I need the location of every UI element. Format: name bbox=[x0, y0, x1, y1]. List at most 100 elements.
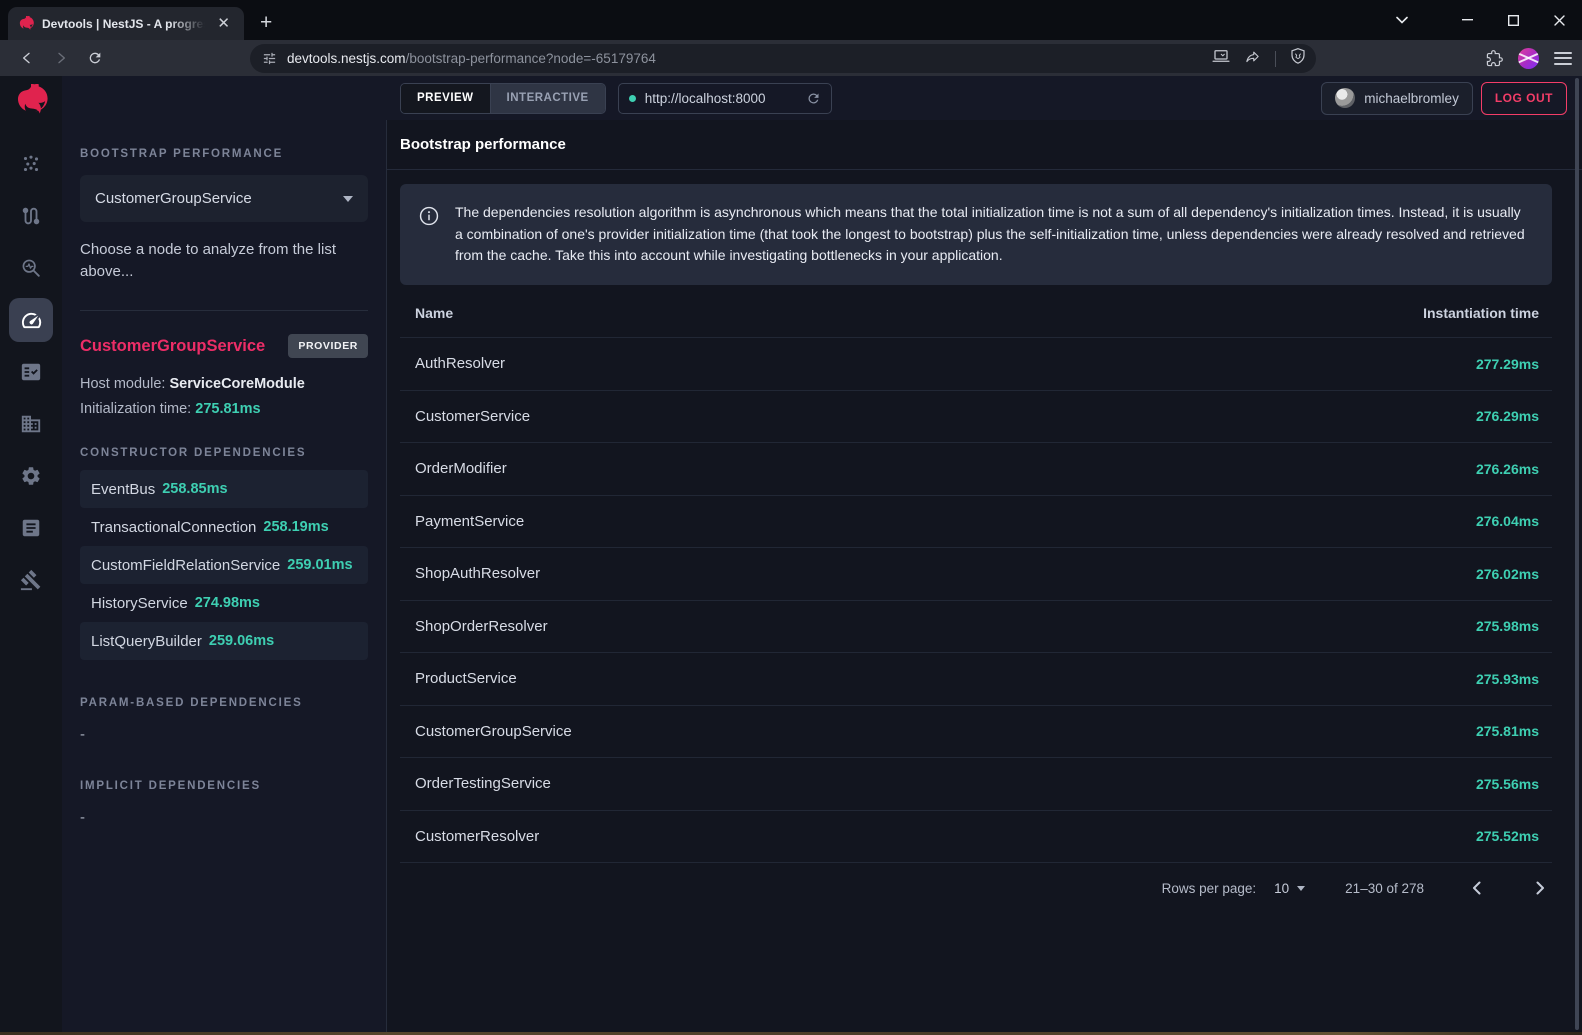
row-name: CustomerResolver bbox=[415, 828, 539, 845]
url-domain: devtools.nestjs.com bbox=[287, 51, 406, 66]
share-icon[interactable] bbox=[1244, 49, 1261, 69]
table-row[interactable]: OrderTestingService275.56ms bbox=[400, 757, 1552, 810]
prev-page-button[interactable] bbox=[1464, 876, 1488, 900]
table-row[interactable]: ProductService275.93ms bbox=[400, 652, 1552, 705]
modules-icon[interactable] bbox=[9, 402, 53, 446]
reload-icon[interactable] bbox=[80, 44, 110, 72]
table-row[interactable]: PaymentService 276.04ms bbox=[400, 495, 1552, 548]
window-close-icon[interactable] bbox=[1536, 0, 1582, 40]
next-page-button[interactable] bbox=[1528, 876, 1552, 900]
dependency-time: 259.06ms bbox=[209, 633, 274, 649]
maximize-icon[interactable] bbox=[1490, 0, 1536, 40]
target-url-value: http://localhost:8000 bbox=[645, 91, 766, 106]
panel-title: BOOTSTRAP PERFORMANCE bbox=[80, 148, 368, 160]
tab-search-chevron-icon[interactable] bbox=[1382, 0, 1422, 40]
audit-gavel-icon[interactable] bbox=[9, 558, 53, 602]
window-controls bbox=[1444, 0, 1582, 40]
row-time: 275.98ms bbox=[1476, 618, 1539, 634]
profile-avatar[interactable] bbox=[1518, 48, 1539, 69]
row-time: 275.52ms bbox=[1476, 828, 1539, 844]
rows-per-page-select[interactable]: 10 bbox=[1274, 881, 1305, 896]
graph-nodes-icon[interactable] bbox=[9, 142, 53, 186]
dependency-name: CustomFieldRelationService bbox=[91, 557, 280, 574]
node-select[interactable]: CustomerGroupService bbox=[80, 175, 368, 222]
implicit-deps-title: IMPLICIT DEPENDENCIES bbox=[80, 780, 368, 792]
logout-button[interactable]: LOG OUT bbox=[1481, 82, 1567, 115]
constructor-deps-title: CONSTRUCTOR DEPENDENCIES bbox=[80, 447, 368, 459]
checklist-icon[interactable] bbox=[9, 350, 53, 394]
user-avatar bbox=[1335, 88, 1355, 108]
scrollbar[interactable] bbox=[1575, 78, 1579, 1030]
row-time: 275.81ms bbox=[1476, 723, 1539, 739]
send-to-device-icon[interactable] bbox=[1212, 48, 1230, 69]
table-header: Name Instantiation time bbox=[400, 285, 1552, 337]
dependency-time: 258.19ms bbox=[263, 519, 328, 535]
row-name: PaymentService bbox=[415, 513, 524, 530]
browser-titlebar: Devtools | NestJS - A progressive ✕ + bbox=[0, 0, 1582, 40]
user-chip[interactable]: michaelbromley bbox=[1321, 82, 1473, 115]
back-icon[interactable] bbox=[12, 44, 42, 72]
preview-button[interactable]: PREVIEW bbox=[401, 84, 490, 113]
dependency-item[interactable]: EventBus258.85ms bbox=[80, 470, 368, 508]
row-time: 276.04ms bbox=[1476, 513, 1539, 529]
brave-shield-icon[interactable] bbox=[1290, 47, 1306, 70]
table-row[interactable]: ShopAuthResolver276.02ms bbox=[400, 547, 1552, 600]
new-tab-icon[interactable]: + bbox=[260, 11, 272, 35]
docs-icon[interactable] bbox=[9, 506, 53, 550]
tab-close-icon[interactable]: ✕ bbox=[213, 14, 234, 33]
browser-tab[interactable]: Devtools | NestJS - A progressive ✕ bbox=[8, 7, 244, 40]
row-name: ProductService bbox=[415, 670, 517, 687]
inspect-icon[interactable] bbox=[9, 246, 53, 290]
row-time: 276.29ms bbox=[1476, 408, 1539, 424]
table-row[interactable]: CustomerResolver 275.52ms bbox=[400, 810, 1552, 863]
host-module-value: ServiceCoreModule bbox=[169, 376, 304, 392]
perf-table-body: AuthResolver 277.29ms CustomerService276.2… bbox=[400, 337, 1552, 863]
extensions-puzzle-icon[interactable] bbox=[1486, 50, 1503, 67]
menu-hamburger-icon[interactable] bbox=[1554, 52, 1572, 65]
devtools-app: PREVIEW INTERACTIVE http://localhost:800… bbox=[0, 76, 1582, 1032]
forward-icon[interactable] bbox=[46, 44, 76, 72]
dependency-item[interactable]: CustomFieldRelationService259.01ms bbox=[80, 546, 368, 584]
info-icon bbox=[418, 205, 440, 267]
interactive-button[interactable]: INTERACTIVE bbox=[490, 84, 605, 113]
dependency-item[interactable]: TransactionalConnection 258.19ms bbox=[80, 508, 368, 546]
chevron-down-icon bbox=[1297, 886, 1305, 891]
nestjs-logo bbox=[14, 78, 48, 124]
url-text: devtools.nestjs.com/bootstrap-performanc… bbox=[287, 51, 656, 66]
table-row[interactable]: ShopOrderResolver275.98ms bbox=[400, 600, 1552, 653]
main-content: Bootstrap performance The dependencies r… bbox=[387, 120, 1582, 1032]
row-time: 277.29ms bbox=[1476, 356, 1539, 372]
row-name: CustomerGroupService bbox=[415, 723, 572, 740]
pagination: Rows per page: 10 21–30 of 278 bbox=[400, 876, 1552, 900]
browser-toolbar: devtools.nestjs.com/bootstrap-performanc… bbox=[0, 40, 1582, 76]
table-row[interactable]: OrderModifier276.26ms bbox=[400, 442, 1552, 495]
table-row[interactable]: CustomerService276.29ms bbox=[400, 390, 1552, 443]
dependency-name: HistoryService bbox=[91, 595, 188, 612]
table-row[interactable]: AuthResolver 277.29ms bbox=[400, 337, 1552, 390]
column-instantiation-time: Instantiation time bbox=[1423, 305, 1539, 321]
minimize-icon[interactable] bbox=[1444, 0, 1490, 40]
row-time: 276.26ms bbox=[1476, 461, 1539, 477]
dependency-item[interactable]: ListQueryBuilder259.06ms bbox=[80, 622, 368, 660]
rows-per-page-value: 10 bbox=[1274, 881, 1289, 896]
init-time-value: 275.81ms bbox=[195, 401, 260, 417]
url-path: /bootstrap-performance?node=-65179764 bbox=[406, 51, 656, 66]
tune-icon[interactable] bbox=[262, 51, 277, 66]
url-bar[interactable]: devtools.nestjs.com/bootstrap-performanc… bbox=[250, 44, 1316, 73]
dependency-item[interactable]: HistoryService 274.98ms bbox=[80, 584, 368, 622]
icon-rail bbox=[0, 76, 62, 1032]
status-dot bbox=[629, 95, 636, 102]
column-name: Name bbox=[415, 305, 453, 321]
row-name: AuthResolver bbox=[415, 355, 505, 372]
chevron-down-icon bbox=[343, 196, 353, 202]
param-deps-value: - bbox=[80, 726, 368, 743]
dependency-time: 274.98ms bbox=[195, 595, 260, 611]
performance-gauge-icon[interactable] bbox=[9, 298, 53, 342]
route-icon[interactable] bbox=[9, 194, 53, 238]
refresh-icon[interactable] bbox=[806, 91, 821, 106]
table-row[interactable]: CustomerGroupService 275.81ms bbox=[400, 705, 1552, 758]
target-url-input[interactable]: http://localhost:8000 bbox=[618, 83, 832, 114]
settings-gear-icon[interactable] bbox=[9, 454, 53, 498]
dependency-name: TransactionalConnection bbox=[91, 519, 256, 536]
username: michaelbromley bbox=[1364, 91, 1459, 106]
